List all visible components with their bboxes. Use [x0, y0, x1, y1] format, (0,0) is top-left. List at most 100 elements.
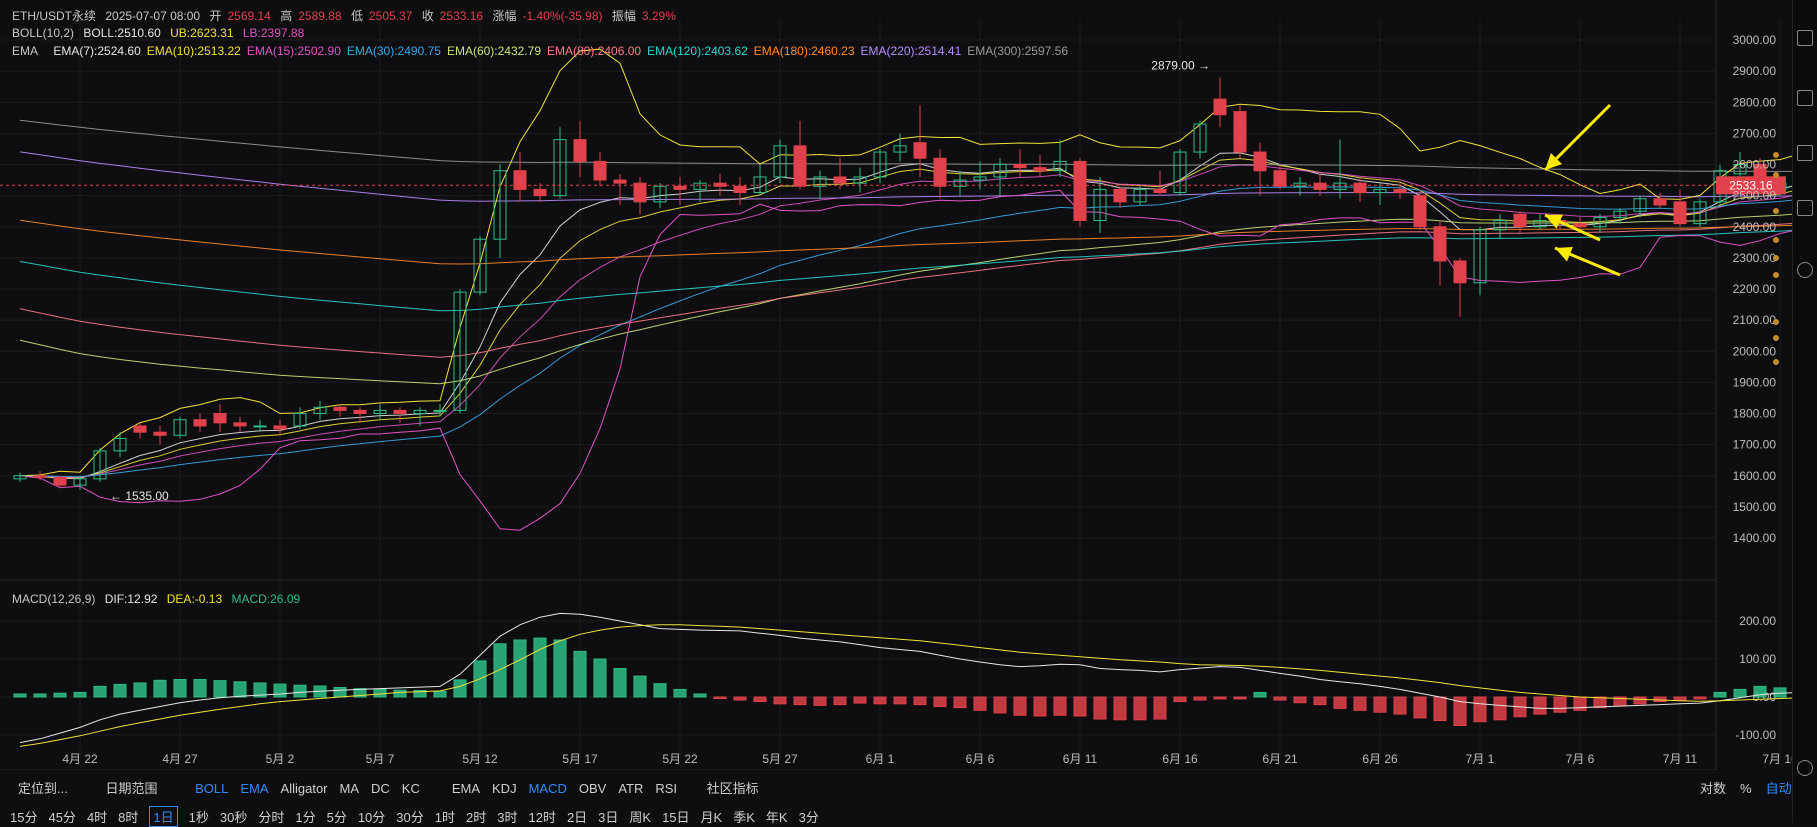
- candle-body-60[interactable]: [1213, 98, 1227, 116]
- macd-bar-67[interactable]: [1353, 696, 1367, 711]
- interval-7[interactable]: 分时: [258, 807, 284, 826]
- candle-body-25[interactable]: [513, 170, 527, 190]
- interval-13[interactable]: 2时: [466, 807, 486, 826]
- candle-body-9[interactable]: [193, 419, 207, 427]
- candle-body-17[interactable]: [353, 409, 367, 415]
- macd-bar-11[interactable]: [233, 681, 247, 698]
- macd-bar-21[interactable]: [433, 690, 447, 698]
- interval-19[interactable]: 15日: [662, 807, 689, 826]
- candle-body-16[interactable]: [333, 406, 347, 411]
- interval-10[interactable]: 10分: [358, 807, 385, 826]
- macd-bar-68[interactable]: [1373, 696, 1387, 713]
- macd-bar-10[interactable]: [213, 680, 227, 698]
- header-boll[interactable]: BOLL(10,2) BOLL:2510.60 UB:2623.31 LB:23…: [12, 26, 310, 40]
- macd-bar-82[interactable]: [1653, 696, 1667, 703]
- interval-17[interactable]: 3日: [598, 807, 618, 826]
- macd-bar-42[interactable]: [853, 696, 867, 704]
- macd-bar-53[interactable]: [1073, 696, 1087, 717]
- indicator-kc-5[interactable]: KC: [402, 781, 420, 796]
- macd-bar-1[interactable]: [33, 693, 47, 698]
- macd-bar-58[interactable]: [1173, 696, 1187, 703]
- macd-bar-43[interactable]: [873, 696, 887, 705]
- macd-bar-52[interactable]: [1053, 696, 1067, 716]
- macd-bar-73[interactable]: [1473, 696, 1487, 723]
- candle-body-61[interactable]: [1233, 111, 1247, 153]
- macd-bar-66[interactable]: [1333, 696, 1347, 709]
- indicator-ema-1[interactable]: EMA: [240, 781, 268, 796]
- macd-bar-22[interactable]: [453, 679, 467, 698]
- macd-bar-60[interactable]: [1213, 696, 1227, 700]
- candle-body-6[interactable]: [133, 425, 147, 433]
- candle-body-67[interactable]: [1353, 182, 1367, 194]
- macd-bar-63[interactable]: [1273, 696, 1287, 701]
- settings-gear-icon[interactable]: [1797, 262, 1813, 278]
- candle-body-57[interactable]: [1153, 188, 1167, 194]
- macd-bar-0[interactable]: [13, 693, 27, 698]
- community-indicators-button[interactable]: 社区指标: [707, 778, 759, 797]
- candle-body-26[interactable]: [533, 188, 547, 197]
- macd-bar-35[interactable]: [713, 696, 727, 700]
- macd-bar-36[interactable]: [733, 696, 747, 701]
- macd-bar-56[interactable]: [1133, 696, 1147, 721]
- macd-bar-46[interactable]: [933, 696, 947, 707]
- macd-bar-74[interactable]: [1493, 696, 1507, 721]
- macd-bar-78[interactable]: [1573, 696, 1587, 711]
- macd-bar-88[interactable]: [1773, 687, 1787, 698]
- macd-bar-86[interactable]: [1733, 688, 1747, 698]
- scale-option-1[interactable]: %: [1740, 781, 1752, 796]
- macd-bar-19[interactable]: [393, 689, 407, 698]
- candle-body-35[interactable]: [713, 182, 727, 187]
- candle-body-45[interactable]: [913, 142, 927, 159]
- interval-22[interactable]: 年K: [766, 807, 788, 826]
- macd-bar-62[interactable]: [1253, 691, 1267, 698]
- macd-bar-50[interactable]: [1013, 696, 1027, 716]
- indicator-ma-3[interactable]: MA: [340, 781, 360, 796]
- macd-bar-83[interactable]: [1673, 696, 1687, 701]
- macd-bar-14[interactable]: [293, 684, 307, 698]
- camera-icon[interactable]: [1797, 760, 1813, 776]
- indicator-atr-10[interactable]: ATR: [618, 781, 643, 796]
- interval-5[interactable]: 1秒: [189, 807, 209, 826]
- macd-bar-4[interactable]: [93, 685, 107, 698]
- candle-body-65[interactable]: [1313, 182, 1327, 190]
- interval-18[interactable]: 周K: [629, 807, 651, 826]
- candle-body-83[interactable]: [1673, 201, 1687, 225]
- macd-bar-3[interactable]: [73, 691, 87, 698]
- candle-body-50[interactable]: [1013, 164, 1027, 169]
- candle-body-31[interactable]: [633, 182, 647, 203]
- macd-bar-44[interactable]: [893, 696, 907, 705]
- candle-body-28[interactable]: [573, 139, 587, 162]
- macd-bar-29[interactable]: [593, 658, 607, 698]
- interval-16[interactable]: 2日: [567, 807, 587, 826]
- macd-bar-57[interactable]: [1153, 696, 1167, 720]
- candle-body-72[interactable]: [1453, 260, 1467, 284]
- macd-bar-27[interactable]: [553, 639, 567, 698]
- macd-bar-65[interactable]: [1313, 696, 1327, 706]
- macd-bar-49[interactable]: [993, 696, 1007, 714]
- scale-option-2[interactable]: 自动: [1766, 778, 1792, 797]
- interval-4[interactable]: 1日: [149, 806, 178, 827]
- interval-9[interactable]: 5分: [327, 807, 347, 826]
- settings-icon[interactable]: [1797, 200, 1813, 216]
- macd-bar-6[interactable]: [133, 682, 147, 698]
- indicator-rsi-11[interactable]: RSI: [655, 781, 677, 796]
- date-range-button[interactable]: 日期范围: [105, 778, 157, 797]
- candle-body-10[interactable]: [213, 413, 227, 424]
- macd-bar-84[interactable]: [1693, 696, 1707, 700]
- interval-0[interactable]: 15分: [10, 807, 37, 826]
- macd-bar-59[interactable]: [1193, 696, 1207, 701]
- macd-bar-61[interactable]: [1233, 696, 1247, 700]
- candle-body-7[interactable]: [153, 431, 167, 436]
- candle-body-12[interactable]: [253, 425, 267, 428]
- macd-bar-2[interactable]: [53, 692, 67, 698]
- interval-20[interactable]: 月K: [701, 807, 723, 826]
- header-macd[interactable]: MACD(12,26,9) DIF:12.92 DEA:-0.13 MACD:2…: [12, 592, 306, 606]
- candle-body-41[interactable]: [833, 176, 847, 184]
- candle-body-33[interactable]: [673, 185, 687, 190]
- macd-bar-28[interactable]: [573, 650, 587, 698]
- interval-15[interactable]: 12时: [528, 807, 555, 826]
- interval-12[interactable]: 1时: [435, 807, 455, 826]
- macd-bar-40[interactable]: [813, 696, 827, 706]
- indicator-dc-4[interactable]: DC: [371, 781, 390, 796]
- interval-6[interactable]: 30秒: [220, 807, 247, 826]
